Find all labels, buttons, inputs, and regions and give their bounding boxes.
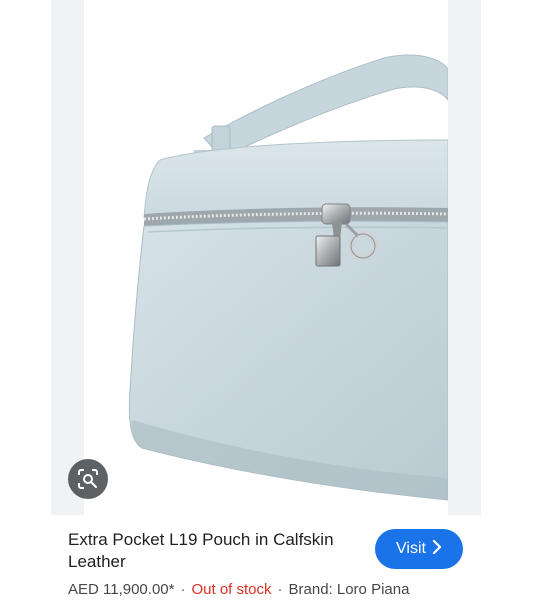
product-brand: Brand: Loro Piana	[288, 581, 410, 598]
product-title[interactable]: Extra Pocket L19 Pouch in Calfskin Leath…	[68, 529, 368, 573]
pouch-illustration	[128, 54, 448, 501]
visual-search-button[interactable]	[68, 459, 108, 499]
product-image[interactable]	[84, 0, 448, 515]
separator-dot: ·	[277, 581, 283, 598]
product-image-frame[interactable]	[51, 0, 481, 515]
product-price: AED 11,900.00*	[68, 581, 175, 598]
separator-dot: ·	[180, 581, 186, 598]
product-info-panel: Extra Pocket L19 Pouch in Calfskin Leath…	[51, 515, 481, 604]
lens-search-icon	[77, 468, 99, 490]
product-meta: AED 11,900.00* · Out of stock · Brand: Loro …	[68, 581, 409, 599]
visit-button-label: Visit	[396, 540, 426, 557]
chevron-right-icon	[432, 539, 442, 559]
stock-status: Out of stock	[191, 581, 272, 598]
visit-button[interactable]: Visit	[375, 529, 463, 569]
page: Extra Pocket L19 Pouch in Calfskin Leath…	[0, 0, 559, 604]
